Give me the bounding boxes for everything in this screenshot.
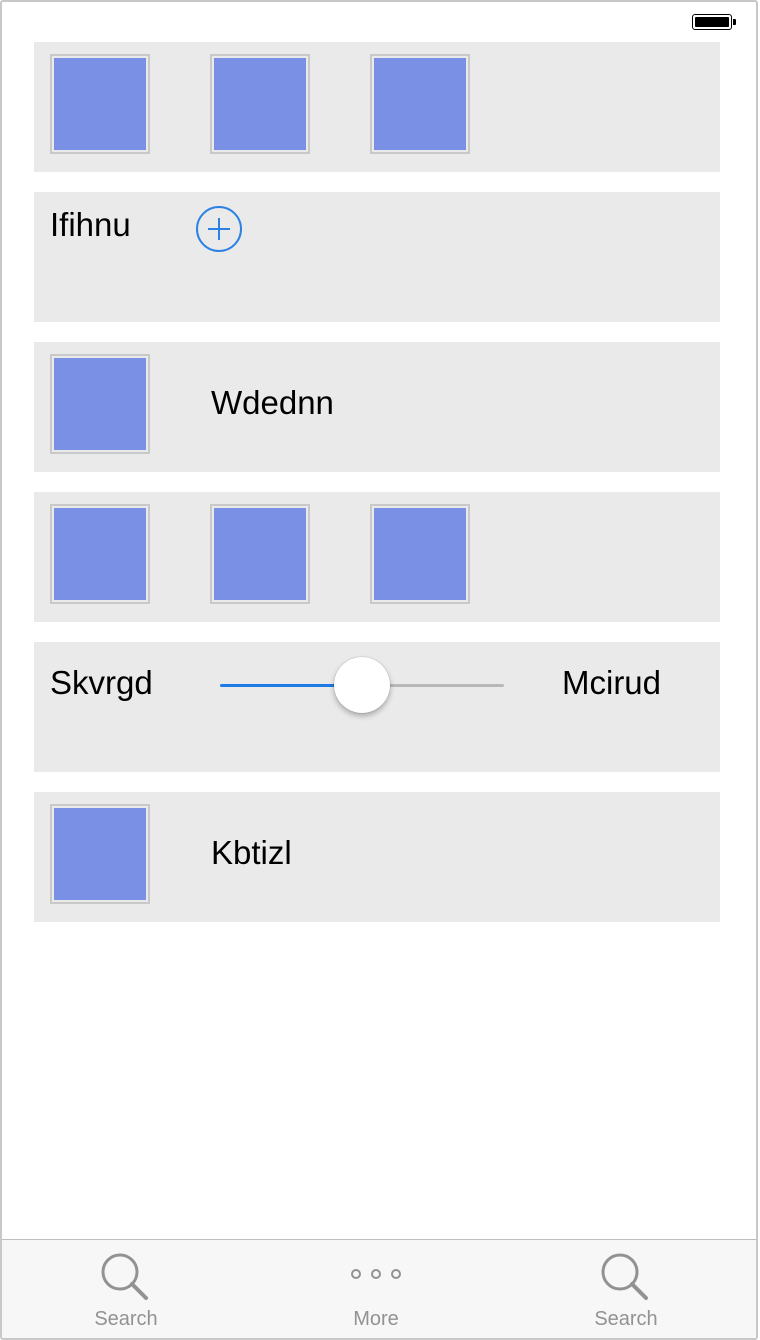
slider-thumb[interactable] [334,657,390,713]
list-item[interactable]: Kbtizl [34,792,720,922]
image-row-middle [34,492,720,622]
image-tile[interactable] [210,504,310,604]
more-icon [351,1269,401,1279]
search-icon [101,1253,148,1300]
slider-min-label: Skvrgd [50,664,153,701]
image-tile [50,354,150,454]
slider-row: Skvrgd Mcirud [34,642,720,772]
image-tile[interactable] [370,504,470,604]
image-tile [50,804,150,904]
list-item-label: Wdednn [211,384,334,421]
app-window: Ifihnu Wdednn Skvrgd Mcirud Kbtizl Searc… [0,0,758,1340]
tab-search[interactable]: Search [536,1240,716,1338]
list-item[interactable]: Wdednn [34,342,720,472]
tab-label: Search [594,1308,658,1330]
value-slider[interactable] [220,656,504,713]
row-label: Ifihnu [50,206,131,243]
image-tile[interactable] [50,504,150,604]
image-row-top [34,42,720,172]
tab-search[interactable]: Search [36,1240,216,1338]
add-row: Ifihnu [34,192,720,322]
search-icon [601,1253,648,1300]
image-tile[interactable] [370,54,470,154]
image-tile[interactable] [50,54,150,154]
battery-icon [692,14,736,32]
tab-bar: Search More Search [2,1239,756,1338]
tab-label: More [353,1308,399,1330]
slider-max-label: Mcirud [562,664,662,701]
tab-label: Search [94,1308,158,1330]
add-circle-icon[interactable] [196,206,242,252]
list-item-label: Kbtizl [211,834,292,871]
tab-more[interactable]: More [286,1240,466,1338]
image-tile[interactable] [210,54,310,154]
